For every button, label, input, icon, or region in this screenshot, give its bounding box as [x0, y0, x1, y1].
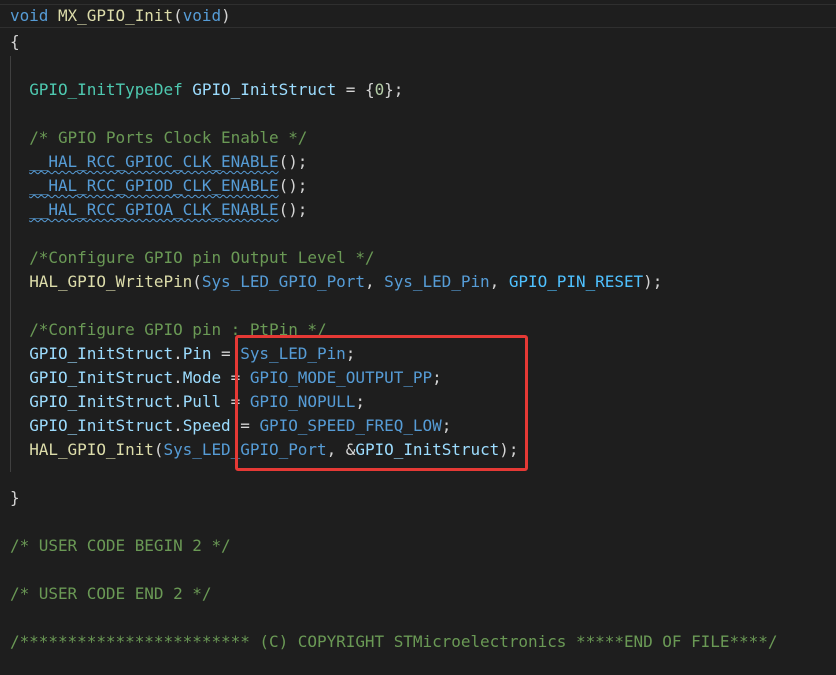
punctuation: . [173, 392, 183, 411]
punctuation: . [173, 368, 183, 387]
code-line-1[interactable]: void MX_GPIO_Init(void) [0, 4, 836, 28]
macro: Sys_LED_Pin [240, 344, 346, 363]
code-line-12[interactable]: HAL_GPIO_WritePin(Sys_LED_GPIO_Port, Sys… [10, 270, 662, 294]
struct-field: Pull [182, 392, 222, 411]
punctuation: ); [499, 440, 519, 459]
code-line-27[interactable]: /************************ (C) COPYRIGHT … [10, 630, 777, 654]
code-line-17[interactable]: GPIO_InitStruct.Pull = GPIO_NOPULL; [10, 390, 365, 414]
macro: GPIO_MODE_OUTPUT_PP [249, 368, 433, 387]
type-name: GPIO_InitTypeDef [29, 80, 183, 99]
code-editor[interactable]: void MX_GPIO_Init(void) { GPIO_InitTypeD… [0, 0, 836, 675]
operator: = [221, 368, 250, 387]
keyword: void [10, 6, 49, 25]
function-name: HAL_GPIO_WritePin [29, 272, 193, 291]
function-name: MX_GPIO_Init [57, 6, 174, 25]
code-line-18[interactable]: GPIO_InitStruct.Speed = GPIO_SPEED_FREQ_… [10, 414, 451, 438]
code-line-11[interactable]: /*Configure GPIO pin Output Level */ [10, 246, 375, 270]
code-line-7[interactable]: __HAL_RCC_GPIOC_CLK_ENABLE(); [10, 150, 307, 174]
comment: /* USER CODE BEGIN 2 */ [10, 536, 231, 555]
code-line-25[interactable]: /* USER CODE END 2 */ [10, 582, 211, 606]
paren: ( [173, 6, 183, 25]
operator: = { [336, 80, 375, 99]
punctuation: (); [278, 176, 308, 195]
code-line-6[interactable]: /* GPIO Ports Clock Enable */ [10, 126, 307, 150]
punctuation: ; [345, 344, 356, 363]
struct-field: Pin [182, 344, 212, 363]
punctuation: ); [643, 272, 663, 291]
code-line-4[interactable]: GPIO_InitTypeDef GPIO_InitStruct = {0}; [10, 78, 403, 102]
punctuation: ; [432, 368, 442, 387]
code-line-19[interactable]: HAL_GPIO_Init(Sys_LED_GPIO_Port, &GPIO_I… [10, 438, 518, 462]
paren: ( [192, 272, 202, 291]
operator: = [230, 416, 260, 435]
brace: } [10, 488, 20, 507]
punctuation: ; [441, 416, 452, 435]
macro: GPIO_NOPULL [249, 392, 356, 411]
variable: GPIO_InitStruct [192, 80, 337, 99]
punctuation: , [489, 272, 509, 291]
comment: /************************ (C) COPYRIGHT … [10, 632, 778, 651]
keyword: void [182, 6, 222, 25]
code-line-16[interactable]: GPIO_InitStruct.Mode = GPIO_MODE_OUTPUT_… [10, 366, 442, 390]
macro: Sys_LED_Pin [384, 272, 490, 291]
code-line-9[interactable]: __HAL_RCC_GPIOA_CLK_ENABLE(); [10, 198, 307, 222]
operator: = [211, 344, 241, 363]
code-line-2[interactable]: { [10, 30, 20, 54]
comment: /*Configure GPIO pin : PtPin */ [29, 320, 327, 339]
function-name: HAL_GPIO_Init [29, 440, 154, 459]
struct-field: Mode [182, 368, 222, 387]
code-line-23[interactable]: /* USER CODE BEGIN 2 */ [10, 534, 231, 558]
comment: /*Configure GPIO pin Output Level */ [29, 248, 375, 267]
punctuation: }; [384, 80, 404, 99]
number: 0 [374, 80, 385, 99]
comment: /* USER CODE END 2 */ [10, 584, 212, 603]
macro: Sys_LED_GPIO_Port [163, 440, 327, 459]
code-line-14[interactable]: /*Configure GPIO pin : PtPin */ [10, 318, 327, 342]
punctuation: , & [326, 440, 356, 459]
variable: GPIO_InitStruct [29, 368, 174, 387]
struct-field: Speed [182, 416, 231, 435]
macro: __HAL_RCC_GPIOC_CLK_ENABLE [29, 152, 279, 171]
macro: GPIO_SPEED_FREQ_LOW [259, 416, 442, 435]
variable: GPIO_InitStruct [29, 392, 174, 411]
variable: GPIO_InitStruct [29, 344, 174, 363]
code-line-15[interactable]: GPIO_InitStruct.Pin = Sys_LED_Pin; [10, 342, 355, 366]
punctuation: , [364, 272, 385, 291]
macro: Sys_LED_GPIO_Port [201, 272, 365, 291]
paren: ( [153, 440, 164, 459]
operator: = [221, 392, 250, 411]
brace: { [10, 32, 20, 51]
macro: __HAL_RCC_GPIOA_CLK_ENABLE [29, 200, 279, 219]
paren: ) [221, 6, 231, 25]
punctuation: ; [355, 392, 365, 411]
variable: GPIO_InitStruct [29, 416, 174, 435]
punctuation: . [173, 344, 183, 363]
punctuation: (); [278, 152, 308, 171]
code-line-8[interactable]: __HAL_RCC_GPIOD_CLK_ENABLE(); [10, 174, 307, 198]
enum-constant: GPIO_PIN_RESET [508, 272, 644, 291]
comment: /* GPIO Ports Clock Enable */ [29, 128, 308, 147]
code-line-21[interactable]: } [10, 486, 20, 510]
macro: __HAL_RCC_GPIOD_CLK_ENABLE [29, 176, 279, 195]
variable: GPIO_InitStruct [355, 440, 500, 459]
punctuation: . [173, 416, 183, 435]
punctuation: (); [278, 200, 308, 219]
